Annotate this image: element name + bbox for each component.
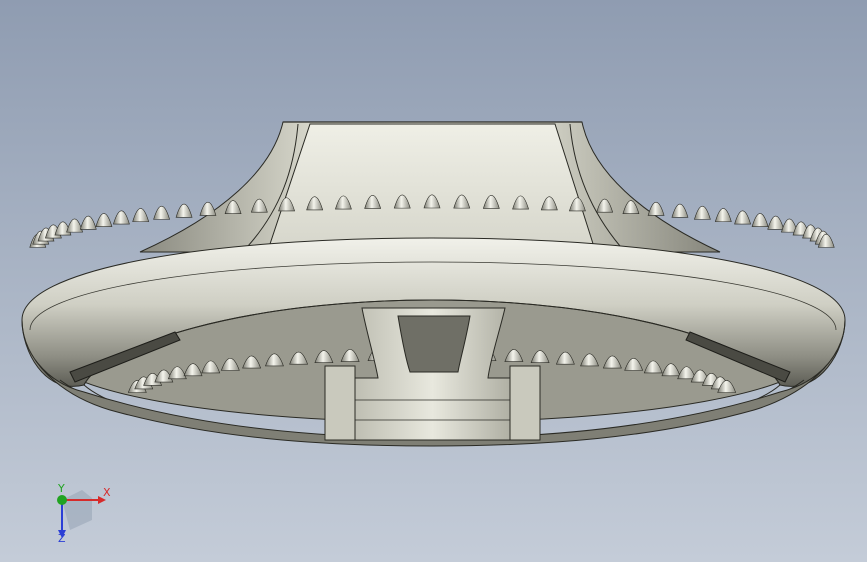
graphics-viewport[interactable]: X Z Y — [0, 0, 867, 562]
rim-tooth — [132, 208, 150, 222]
rim-tooth — [79, 215, 97, 230]
rim-tooth — [66, 218, 83, 233]
orientation-triad: X Z Y — [57, 482, 111, 544]
rim-tooth — [751, 213, 769, 227]
rim-tooth — [693, 205, 711, 220]
rim-tooth — [95, 213, 113, 227]
rim-tooth — [767, 215, 785, 230]
x-axis-label: X — [103, 486, 111, 499]
y-axis-label: Y — [57, 482, 65, 495]
y-axis-dot-icon — [57, 495, 67, 505]
rim-tooth — [714, 208, 732, 222]
rim-tooth — [671, 203, 689, 218]
hub-body — [139, 121, 721, 253]
rim-tooth — [153, 205, 171, 220]
z-axis-label: Z — [58, 532, 66, 544]
rim-tooth — [647, 201, 665, 216]
rim-tooth — [734, 210, 751, 225]
rim-tooth — [175, 203, 193, 218]
rim-tooth — [199, 201, 217, 216]
rim-tooth — [113, 210, 130, 225]
3d-model-view[interactable] — [0, 0, 867, 562]
